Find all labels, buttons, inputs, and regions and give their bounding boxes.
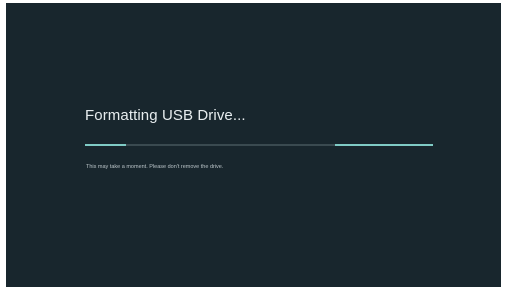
dialog-message: This may take a moment. Please don't rem… [86,164,224,170]
dialog-title: Formatting USB Drive... [85,107,246,124]
progress-indicator-segment [335,144,433,146]
formatting-screen: Formatting USB Drive... This may take a … [6,3,501,287]
progress-bar [85,144,433,146]
progress-indicator-segment [85,144,126,146]
